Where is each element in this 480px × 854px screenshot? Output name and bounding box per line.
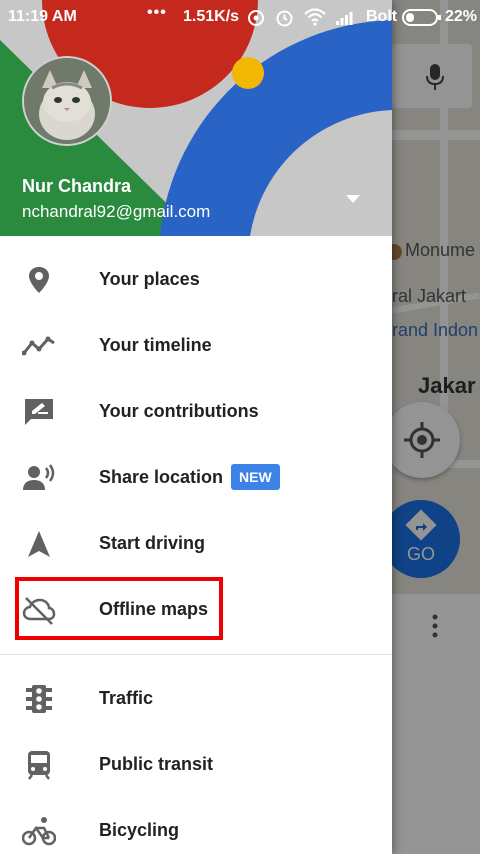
menu-item-public-transit[interactable]: Public transit (0, 732, 392, 798)
menu-label: Bicycling (99, 820, 180, 840)
train-icon (28, 751, 50, 780)
menu-label: Traffic (99, 688, 154, 708)
status-time: 11:19 AM (8, 8, 77, 25)
account-name: Nur Chandra (22, 176, 132, 196)
menu-label: Your timeline (99, 335, 212, 355)
account-email: nchandral92@gmail.com (22, 202, 211, 221)
share-location-icon (23, 464, 55, 490)
account-dropdown-icon[interactable] (346, 195, 360, 203)
location-pin-icon (29, 267, 49, 293)
status-bar: 11:19 AM ••• 1.51K/s Bolt 22% (0, 0, 480, 34)
menu-item-traffic[interactable]: Traffic (0, 666, 392, 732)
menu-item-your-timeline[interactable]: Your timeline (0, 313, 392, 379)
menu-label: Share location (99, 467, 224, 487)
alarm-icon (276, 10, 293, 27)
menu-divider (0, 654, 392, 655)
menu-label: Public transit (99, 754, 214, 774)
menu-label: Your places (99, 269, 200, 289)
account-header[interactable]: Nur Chandra nchandral92@gmail.com (0, 0, 392, 236)
menu-item-bicycling[interactable]: Bicycling (0, 798, 392, 854)
traffic-light-icon (26, 685, 52, 713)
wifi-icon (304, 8, 326, 26)
menu-label: Start driving (99, 533, 206, 553)
cat-avatar-image (24, 58, 110, 144)
sync-icon (248, 10, 264, 26)
notification-dots-icon: ••• (147, 4, 167, 21)
battery-icon (402, 9, 441, 26)
bicycle-icon (22, 817, 56, 846)
menu-item-your-places[interactable]: Your places (0, 247, 392, 313)
carrier-name: Bolt (366, 8, 398, 25)
navigation-drawer: Nur Chandra nchandral92@gmail.com Your p… (0, 0, 392, 854)
contributions-icon (25, 399, 53, 425)
menu-item-start-driving[interactable]: Start driving (0, 511, 392, 577)
battery-percent: 22% (445, 8, 478, 25)
menu-label: Your contributions (99, 401, 259, 421)
menu-item-your-contributions[interactable]: Your contributions (0, 379, 392, 445)
timeline-icon (22, 336, 55, 356)
offline-maps-highlight-box (15, 577, 223, 640)
menu-item-share-location[interactable]: Share location (0, 445, 392, 511)
cell-signal-icon (336, 12, 353, 25)
avatar[interactable] (22, 56, 112, 146)
navigation-arrow-icon (28, 531, 50, 557)
new-badge: NEW (231, 464, 280, 490)
network-speed: 1.51K/s (183, 8, 240, 25)
